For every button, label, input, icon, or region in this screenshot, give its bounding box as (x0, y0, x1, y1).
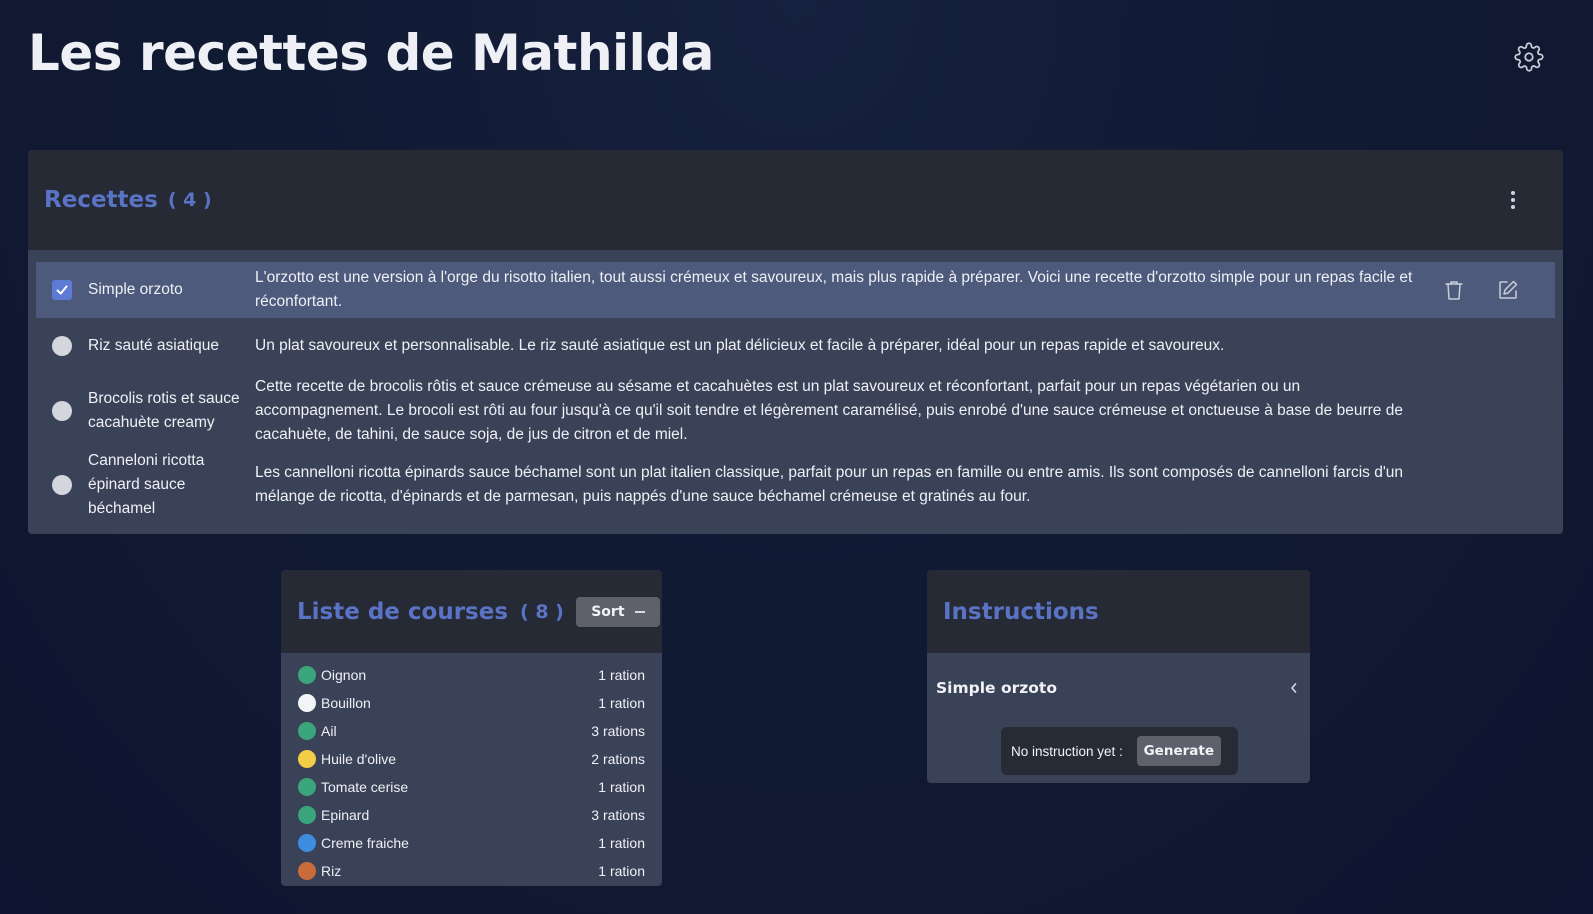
recipe-select-cell (36, 474, 88, 495)
recipe-radio[interactable] (52, 474, 72, 495)
shopping-list-count: ( 8 ) (520, 600, 564, 623)
recipe-radio[interactable] (52, 336, 72, 356)
recipe-row[interactable]: Canneloni ricotta épinard sauce béchamel… (36, 447, 1555, 522)
recipes-count: ( 4 ) (167, 189, 212, 211)
shopping-list-title: Liste de courses (297, 598, 509, 625)
recipe-row[interactable]: Riz sauté asiatique Un plat savoureux et… (36, 318, 1555, 374)
edit-icon (1499, 280, 1518, 299)
shopping-list-item[interactable]: Ail 3 rations (281, 717, 662, 745)
ingredient-name: Ail (321, 723, 337, 739)
sort-label: Sort (591, 603, 625, 620)
recipe-actions (1442, 278, 1520, 302)
ingredient-quantity: 1 ration (598, 835, 645, 851)
recipe-description: Un plat savoureux et personnalisable. Le… (255, 337, 1225, 354)
instructions-title: Instructions (943, 598, 1099, 625)
ingredient-quantity: 1 ration (598, 667, 645, 683)
recipe-name[interactable]: Simple orzoto (88, 278, 255, 302)
recipe-name[interactable]: Canneloni ricotta épinard sauce béchamel (88, 449, 238, 521)
recipe-row[interactable]: Simple orzoto L'orzotto est une version … (36, 262, 1555, 318)
chevron-left-icon (1291, 683, 1297, 693)
recipe-list: Simple orzoto L'orzotto est une version … (28, 250, 1563, 522)
category-dot-icon (298, 750, 316, 768)
shopping-list-item[interactable]: Epinard 3 rations (281, 801, 662, 829)
sort-button[interactable]: Sort (575, 596, 660, 627)
recipes-title: Recettes (44, 187, 158, 213)
ingredient-name: Tomate cerise (321, 779, 409, 795)
category-dot-icon (298, 778, 316, 796)
recipe-name[interactable]: Riz sauté asiatique (88, 334, 255, 358)
category-dot-icon (298, 806, 316, 824)
shopping-list-item[interactable]: Oignon 1 ration (281, 661, 662, 689)
category-dot-icon (298, 722, 316, 740)
delete-button[interactable] (1442, 278, 1466, 302)
more-options-button[interactable] (1507, 188, 1519, 212)
recipes-header: Recettes ( 4 ) (28, 150, 1563, 250)
app-title: Les recettes de Mathilda (28, 24, 714, 82)
recipe-select-cell (36, 400, 88, 421)
check-icon (56, 285, 68, 295)
instructions-empty-message: No instruction yet : (1011, 743, 1123, 759)
shopping-list-item[interactable]: Riz 1 ration (281, 857, 662, 885)
recipe-description: Cette recette de brocolis rôtis et sauce… (255, 377, 1403, 443)
shopping-list-item[interactable]: Huile d'olive 2 rations (281, 745, 662, 773)
ingredient-quantity: 1 ration (598, 863, 645, 879)
recipe-checkbox[interactable] (52, 280, 72, 300)
settings-button[interactable] (1513, 41, 1545, 73)
shopping-list-item[interactable]: Bouillon 1 ration (281, 689, 662, 717)
instructions-recipe-toggle[interactable]: Simple orzoto (927, 653, 1310, 723)
ingredient-quantity: 1 ration (598, 695, 645, 711)
recipe-description: Les cannelloni ricotta épinards sauce bé… (255, 463, 1404, 505)
recipe-description: L'orzotto est une version à l'orge du ri… (255, 269, 1413, 310)
shopping-list-header: Liste de courses ( 8 ) Sort (281, 570, 662, 653)
ingredient-quantity: 1 ration (598, 779, 645, 795)
kebab-dot-icon (1511, 205, 1515, 209)
ingredient-name: Creme fraiche (321, 835, 409, 851)
shopping-list-item[interactable]: Tomate cerise 1 ration (281, 773, 662, 801)
trash-icon (1445, 281, 1463, 300)
recipe-row[interactable]: Brocolis rotis et sauce cacahuète creamy… (36, 374, 1555, 447)
instructions-panel: Instructions Simple orzoto No instructio… (927, 570, 1310, 783)
ingredient-name: Huile d'olive (321, 751, 397, 767)
gear-icon (1514, 42, 1544, 72)
category-dot-icon (298, 694, 316, 712)
category-dot-icon (298, 666, 316, 684)
kebab-dot-icon (1511, 198, 1515, 202)
recipe-name[interactable]: Brocolis rotis et sauce cacahuète creamy (88, 387, 255, 435)
instructions-recipe-name: Simple orzoto (936, 679, 1057, 697)
ingredient-name: Oignon (321, 667, 367, 683)
category-dot-icon (298, 862, 316, 880)
ingredient-quantity: 2 rations (591, 751, 645, 767)
recipes-panel: Recettes ( 4 ) Simple orzoto L'orzotto e… (28, 150, 1563, 534)
kebab-dot-icon (1511, 191, 1515, 195)
category-dot-icon (298, 834, 316, 852)
ingredient-name: Riz (321, 863, 342, 879)
ingredient-name: Epinard (321, 807, 370, 823)
ingredient-quantity: 3 rations (591, 723, 645, 739)
shopping-list-panel: Liste de courses ( 8 ) Sort Oignon 1 rati… (281, 570, 662, 886)
minus-icon (634, 610, 645, 613)
ingredient-name: Bouillon (321, 695, 371, 711)
recipe-select-cell (36, 336, 88, 356)
instructions-header: Instructions (927, 570, 1310, 653)
instructions-empty-box: No instruction yet : Generate (1001, 727, 1238, 775)
shopping-list: Oignon 1 ration Bouillon 1 ration Ail 3 ratio… (281, 653, 662, 885)
recipe-select-cell (36, 280, 88, 300)
generate-button[interactable]: Generate (1136, 736, 1221, 766)
shopping-list-item[interactable]: Creme fraiche 1 ration (281, 829, 662, 857)
edit-button[interactable] (1496, 278, 1520, 302)
ingredient-quantity: 3 rations (591, 807, 645, 823)
recipe-radio[interactable] (52, 400, 72, 421)
